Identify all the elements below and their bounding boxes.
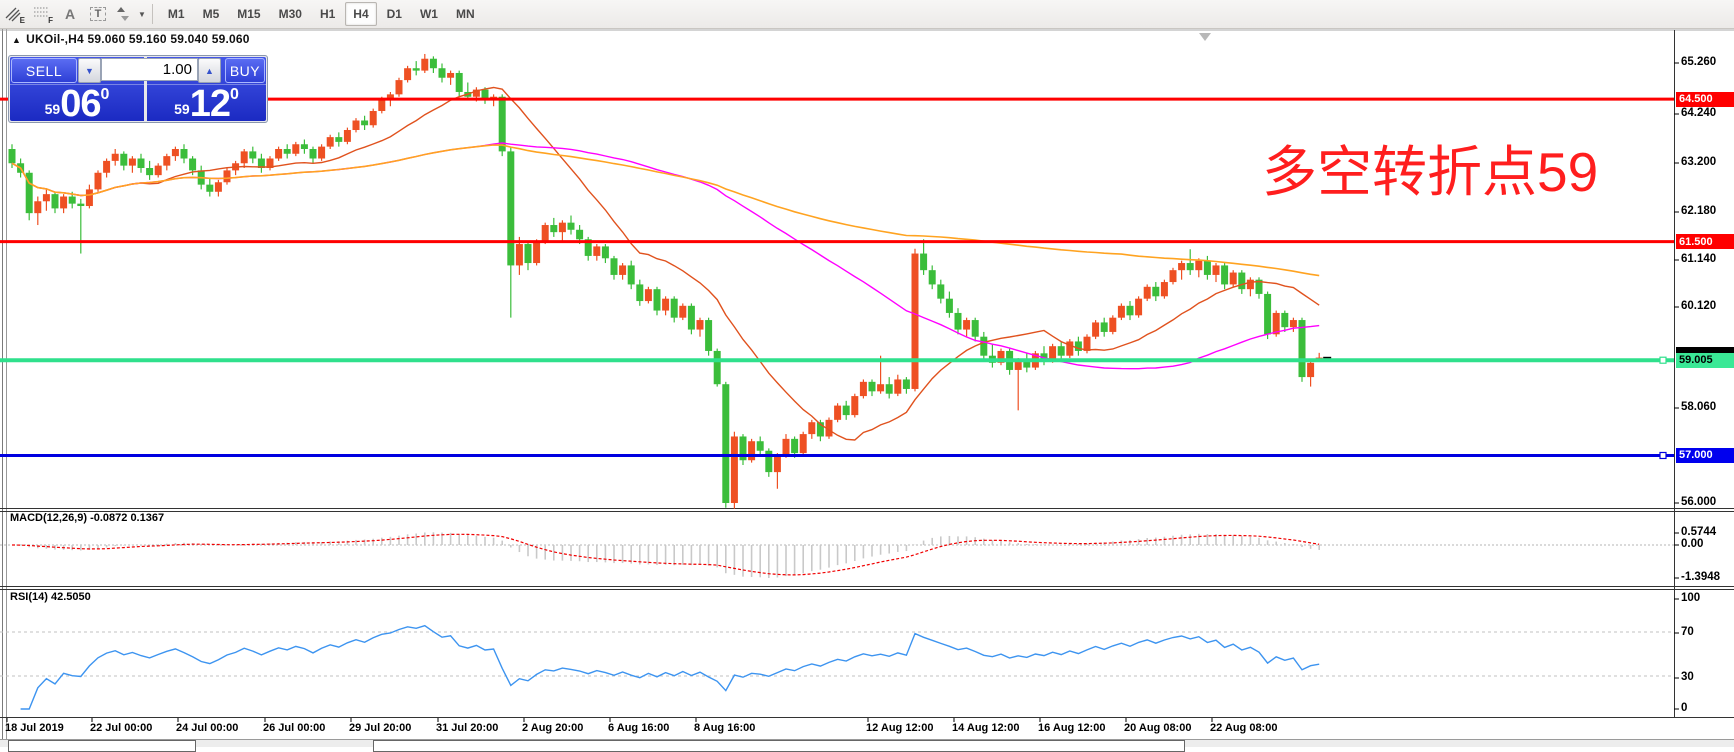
price-badge-61.500: 61.500: [1676, 234, 1734, 249]
sell-button[interactable]: SELL: [11, 58, 77, 83]
collapse-triangle-icon[interactable]: ▲: [12, 35, 21, 45]
price-badge-57.000: 57.000: [1676, 448, 1734, 463]
timeframe-button-D1[interactable]: D1: [379, 2, 410, 26]
volume-increase-button[interactable]: ▲: [198, 58, 221, 83]
price-axis-label: 56.000: [1681, 496, 1716, 508]
date-label: 20 Aug 08:00: [1124, 722, 1191, 734]
one-click-trading-panel: SELL ▼ ▲ BUY 59060 59120: [8, 55, 268, 123]
rsi-axis-label: 70: [1681, 626, 1694, 638]
rsi-label: RSI(14) 42.5050: [10, 591, 91, 603]
date-label: 22 Aug 08:00: [1210, 722, 1277, 734]
timeframe-button-H4[interactable]: H4: [345, 2, 376, 26]
date-label: 26 Jul 00:00: [263, 722, 325, 734]
macd-panel: [0, 532, 1674, 578]
price-badge-59.005: 59.005: [1676, 353, 1734, 368]
sell-price-small: 59: [45, 101, 61, 117]
buy-price-small: 59: [174, 101, 190, 117]
chart-symbol-header: ▲ UKOil-,H4 59.060 59.160 59.040 59.060: [12, 32, 250, 46]
rsi-axis-label: 0: [1681, 702, 1687, 714]
price-axis-label: 65.260: [1681, 56, 1716, 68]
ma-mid-line: [12, 143, 1319, 369]
date-label: 18 Jul 2019: [5, 722, 64, 734]
crayon-icon: E: [3, 4, 25, 24]
macd-label: MACD(12,26,9) -0.0872 0.1367: [10, 512, 164, 524]
date-label: 6 Aug 16:00: [608, 722, 669, 734]
date-label: 12 Aug 12:00: [866, 722, 933, 734]
date-label: 24 Jul 00:00: [176, 722, 238, 734]
timeframe-bar: M1M5M15M30H1H4D1W1MN: [159, 2, 484, 26]
boxed-t-icon: T: [90, 7, 107, 21]
timeframe-button-M5[interactable]: M5: [195, 2, 228, 26]
price-axis-label: 63.200: [1681, 156, 1716, 168]
date-label: 14 Aug 12:00: [952, 722, 1019, 734]
chart-tab[interactable]: [8, 740, 196, 752]
buy-price-display[interactable]: 59120: [147, 84, 266, 121]
date-label: 16 Aug 12:00: [1038, 722, 1105, 734]
price-axis-label: 61.140: [1681, 253, 1716, 265]
rsi-axis-label: 30: [1681, 671, 1694, 683]
date-label: 8 Aug 16:00: [694, 722, 755, 734]
timeframe-button-M1[interactable]: M1: [160, 2, 193, 26]
ma-slow-line: [12, 145, 1319, 276]
timeframe-button-M30[interactable]: M30: [271, 2, 310, 26]
buy-button[interactable]: BUY: [225, 58, 265, 83]
timeframe-button-M15[interactable]: M15: [229, 2, 268, 26]
price-axis-label: 58.060: [1681, 401, 1716, 413]
date-label: 29 Jul 20:00: [349, 722, 411, 734]
macd-axis-label: 0.00: [1681, 538, 1703, 550]
rsi-axis-label: 100: [1681, 592, 1700, 604]
sell-price-sup: 0: [100, 86, 109, 104]
macd-axis-label: 0.5744: [1681, 526, 1716, 538]
sell-price-display[interactable]: 59060: [10, 84, 144, 121]
shapes-dropdown-button[interactable]: ▼: [113, 1, 147, 27]
toolbar-separator: [152, 4, 153, 24]
chevron-down-icon: ▼: [138, 10, 146, 19]
price-badge-64.500: 64.500: [1676, 92, 1734, 107]
price-axis-label: 60.120: [1681, 300, 1716, 312]
chart-text-annotation[interactable]: 多空转折点59: [1262, 144, 1598, 202]
symbol-ohlc-text: UKOil-,H4 59.060 59.160 59.040 59.060: [26, 32, 250, 46]
chart-tab[interactable]: [373, 740, 1185, 752]
letter-a-icon: A: [65, 6, 75, 22]
buy-price-big: 12: [190, 87, 230, 121]
date-label: 31 Jul 20:00: [436, 722, 498, 734]
volume-decrease-button[interactable]: ▼: [78, 58, 101, 83]
crosshair-draw-tool-button[interactable]: E: [1, 1, 27, 27]
rsi-panel: [0, 626, 1674, 709]
arrows-icon: [114, 4, 136, 24]
text-tool-button[interactable]: A: [57, 1, 83, 27]
fibonacci-tool-button[interactable]: F: [29, 1, 55, 27]
ma-fast-line: [12, 88, 1319, 441]
timeframe-button-H1[interactable]: H1: [312, 2, 343, 26]
chart-shift-marker-icon[interactable]: [1199, 33, 1211, 41]
price-axis-label: 64.240: [1681, 107, 1716, 119]
price-axis-label: 62.180: [1681, 205, 1716, 217]
mt4-window: E F A T ▼ M1M5M15M30H1H4D1W1MN ▲UKOi: [0, 0, 1734, 746]
timeframe-button-W1[interactable]: W1: [412, 2, 446, 26]
date-label: 22 Jul 00:00: [90, 722, 152, 734]
volume-input[interactable]: [101, 58, 198, 81]
macd-axis-label: -1.3948: [1681, 571, 1720, 583]
sell-price-big: 06: [60, 87, 100, 121]
panel-borders: [0, 30, 1734, 718]
label-tool-button[interactable]: T: [85, 1, 111, 27]
buy-price-sup: 0: [230, 86, 239, 104]
date-label: 2 Aug 20:00: [522, 722, 583, 734]
fibo-grid-icon: F: [31, 4, 53, 24]
timeframe-button-MN[interactable]: MN: [448, 2, 483, 26]
toolbar: E F A T ▼ M1M5M15M30H1H4D1W1MN: [0, 0, 1734, 29]
